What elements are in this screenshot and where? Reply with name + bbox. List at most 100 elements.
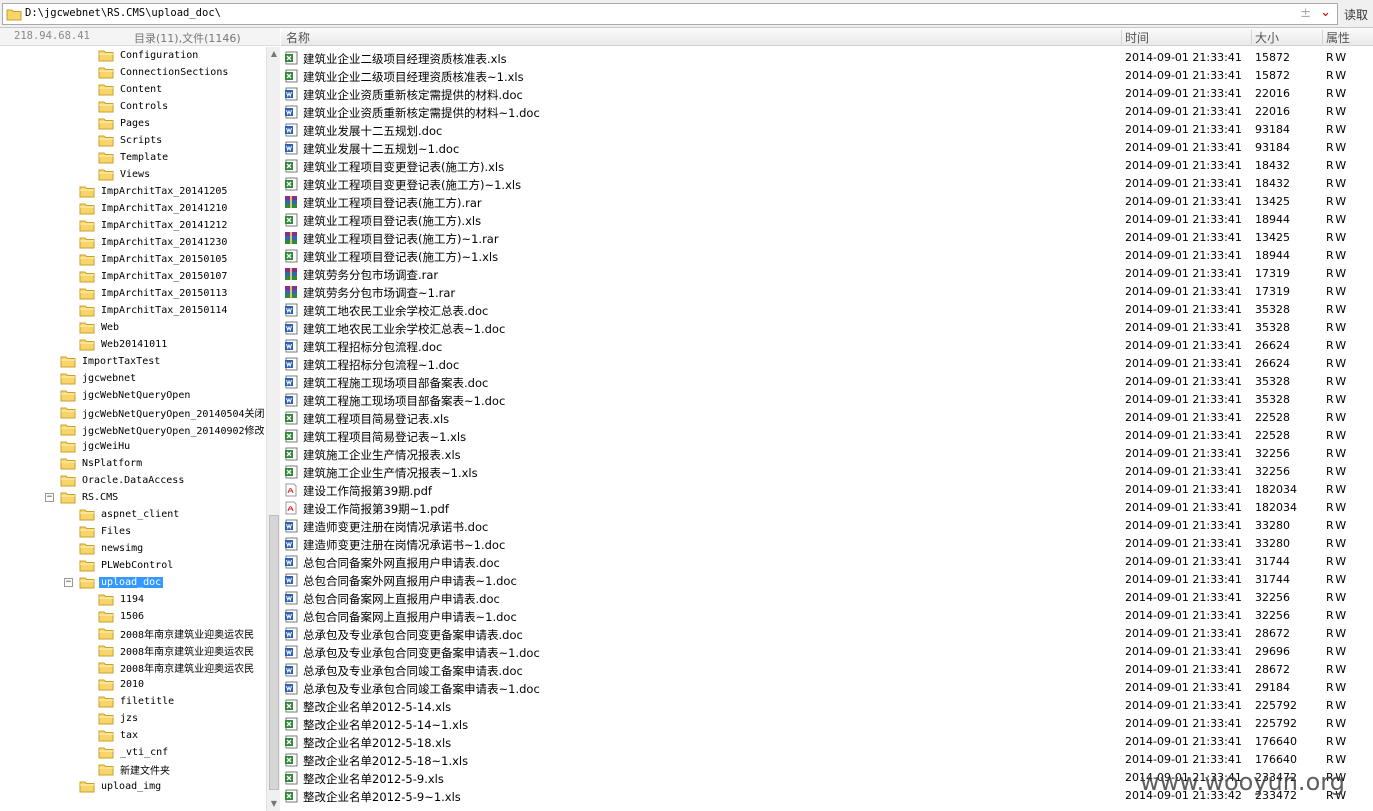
- file-row[interactable]: 建设工作简报第39期~1.pdf 2014-09-01 21:33:41 18203…: [281, 499, 1373, 517]
- tree-item[interactable]: − RS.CMS: [45, 489, 120, 506]
- tree-item[interactable]: jgcWebNetQueryOpen_20140504关闭: [60, 404, 267, 421]
- file-row[interactable]: 总包合同备案网上直报用户申请表.doc 2014-09-01 21:33:41 32…: [281, 589, 1373, 607]
- file-row[interactable]: 建设工作简报第39期.pdf 2014-09-01 21:33:41 182034 R…: [281, 481, 1373, 499]
- file-row[interactable]: 建筑业工程项目变更登记表(施工方).xls 2014-09-01 21:33:41…: [281, 157, 1373, 175]
- tree-item[interactable]: jgcWebNetQueryOpen_20140902修改: [60, 421, 267, 438]
- tree-item[interactable]: aspnet_client: [79, 506, 181, 523]
- tree-item[interactable]: ImpArchitTax_20150105: [79, 251, 229, 268]
- file-row[interactable]: 总承包及专业承包合同变更备案申请表~1.doc 2014-09-01 21:33:…: [281, 643, 1373, 661]
- file-row[interactable]: 总承包及专业承包合同变更备案申请表.doc 2014-09-01 21:33:41…: [281, 625, 1373, 643]
- column-time[interactable]: 时间: [1125, 29, 1149, 46]
- file-row[interactable]: 建筑业企业资质重新核定需提供的材料~1.doc 2014-09-01 21:33:…: [281, 103, 1373, 121]
- tree-item[interactable]: Files: [79, 523, 133, 540]
- file-row[interactable]: 建筑业发展十二五规划~1.doc 2014-09-01 21:33:41 93184…: [281, 139, 1373, 157]
- column-separator[interactable]: [1121, 30, 1122, 44]
- chevron-down-icon[interactable]: ⌄: [1320, 5, 1331, 20]
- scroll-up-icon[interactable]: ▲: [267, 47, 281, 61]
- file-row[interactable]: 建筑业工程项目登记表(施工方).rar 2014-09-01 21:33:41 13…: [281, 193, 1373, 211]
- tree-item[interactable]: upload_img: [79, 778, 163, 795]
- file-row[interactable]: 建筑工程项目简易登记表~1.xls 2014-09-01 21:33:41 2252…: [281, 427, 1373, 445]
- file-row[interactable]: 整改企业名单2012-5-18.xls 2014-09-01 21:33:41 17…: [281, 733, 1373, 751]
- tree-item[interactable]: 新建文件夹: [98, 761, 172, 778]
- file-row[interactable]: 建筑业工程项目登记表(施工方)~1.xls 2014-09-01 21:33:41…: [281, 247, 1373, 265]
- file-row[interactable]: 整改企业名单2012-5-14~1.xls 2014-09-01 21:33:41…: [281, 715, 1373, 733]
- file-row[interactable]: 总包合同备案网上直报用户申请表~1.doc 2014-09-01 21:33:41…: [281, 607, 1373, 625]
- file-row[interactable]: 建筑业企业资质重新核定需提供的材料.doc 2014-09-01 21:33:41…: [281, 85, 1373, 103]
- tree-item[interactable]: NsPlatform: [60, 455, 144, 472]
- tree-item[interactable]: jgcWebNetQueryOpen: [60, 387, 192, 404]
- tree-item[interactable]: Template: [98, 149, 170, 166]
- tree-item[interactable]: 1194: [98, 591, 146, 608]
- tree-item[interactable]: _vti_cnf: [98, 744, 170, 761]
- tree-item[interactable]: Web: [79, 319, 121, 336]
- tree-item[interactable]: ImpArchitTax_20141210: [79, 200, 229, 217]
- file-row[interactable]: 建造师变更注册在岗情况承诺书.doc 2014-09-01 21:33:41 332…: [281, 517, 1373, 535]
- tree-item[interactable]: ImpArchitTax_20141205: [79, 183, 229, 200]
- column-separator[interactable]: [1322, 30, 1323, 44]
- tree-item[interactable]: ImpArchitTax_20150114: [79, 302, 229, 319]
- file-row[interactable]: 整改企业名单2012-5-18~1.xls 2014-09-01 21:33:41…: [281, 751, 1373, 769]
- tree-item[interactable]: PLWebControl: [79, 557, 175, 574]
- tree-item[interactable]: jzs: [98, 710, 140, 727]
- file-row[interactable]: 建筑施工企业生产情况报表.xls 2014-09-01 21:33:41 32256…: [281, 445, 1373, 463]
- file-row[interactable]: 建筑工程施工现场项目部备案表.doc 2014-09-01 21:33:41 353…: [281, 373, 1373, 391]
- tree-item[interactable]: jgcwebnet: [60, 370, 138, 387]
- scroll-down-icon[interactable]: ▼: [267, 797, 281, 811]
- file-row[interactable]: 建筑施工企业生产情况报表~1.xls 2014-09-01 21:33:41 322…: [281, 463, 1373, 481]
- scroll-thumb[interactable]: [269, 515, 279, 790]
- tree-item[interactable]: ImpArchitTax_20150107: [79, 268, 229, 285]
- tree-item[interactable]: ImportTaxTest: [60, 353, 162, 370]
- file-row[interactable]: 建筑业企业二级项目经理资质核准表~1.xls 2014-09-01 21:33:4…: [281, 67, 1373, 85]
- tree-item[interactable]: Controls: [98, 98, 170, 115]
- file-row[interactable]: 建筑工程招标分包流程.doc 2014-09-01 21:33:41 26624 RW: [281, 337, 1373, 355]
- file-row[interactable]: 建筑工程施工现场项目部备案表~1.doc 2014-09-01 21:33:41 3…: [281, 391, 1373, 409]
- tree-item[interactable]: ImpArchitTax_20141230: [79, 234, 229, 251]
- add-icon[interactable]: ±: [1300, 6, 1311, 21]
- tree-item[interactable]: filetitle: [98, 693, 176, 710]
- file-row[interactable]: 建筑业工程项目变更登记表(施工方)~1.xls 2014-09-01 21:33:…: [281, 175, 1373, 193]
- tree-item[interactable]: jgcWeiHu: [60, 438, 132, 455]
- file-row[interactable]: 建筑劳务分包市场调查~1.rar 2014-09-01 21:33:41 17319…: [281, 283, 1373, 301]
- collapse-toggle-icon[interactable]: −: [64, 578, 73, 587]
- file-row[interactable]: 总承包及专业承包合同竣工备案申请表.doc 2014-09-01 21:33:41…: [281, 661, 1373, 679]
- file-row[interactable]: 建筑业发展十二五规划.doc 2014-09-01 21:33:41 93184 RW: [281, 121, 1373, 139]
- read-button[interactable]: 读取: [1344, 6, 1368, 23]
- column-separator[interactable]: [1251, 30, 1252, 44]
- tree-item[interactable]: Content: [98, 81, 164, 98]
- tree-item[interactable]: 2008年南京建筑业迎奥运农民: [98, 642, 256, 659]
- tree-scrollbar[interactable]: ▲ ▼: [266, 47, 280, 811]
- file-row[interactable]: 整改企业名单2012-5-14.xls 2014-09-01 21:33:41 22…: [281, 697, 1373, 715]
- tree-item[interactable]: 2008年南京建筑业迎奥运农民: [98, 659, 256, 676]
- tree-item[interactable]: tax: [98, 727, 140, 744]
- tree-item[interactable]: 1506: [98, 608, 146, 625]
- tree-item[interactable]: 2008年南京建筑业迎奥运农民: [98, 625, 256, 642]
- file-row[interactable]: 建筑工地农民工业余学校汇总表~1.doc 2014-09-01 21:33:41 3…: [281, 319, 1373, 337]
- column-name[interactable]: 名称: [286, 29, 310, 46]
- tree-item[interactable]: − upload_doc: [64, 574, 164, 591]
- tree-item[interactable]: Web20141011: [79, 336, 169, 353]
- path-input[interactable]: D:\jgcwebnet\RS.CMS\upload_doc\ ± ⌄: [2, 3, 1338, 25]
- tree-item[interactable]: Pages: [98, 115, 152, 132]
- tree-item[interactable]: ImpArchitTax_20150113: [79, 285, 229, 302]
- file-row[interactable]: 建筑业工程项目登记表(施工方).xls 2014-09-01 21:33:41 18…: [281, 211, 1373, 229]
- tree-item[interactable]: newsimg: [79, 540, 145, 557]
- tree-item[interactable]: Scripts: [98, 132, 164, 149]
- file-row[interactable]: 总包合同备案外网直报用户申请表.doc 2014-09-01 21:33:41 31…: [281, 553, 1373, 571]
- file-row[interactable]: 总承包及专业承包合同竣工备案申请表~1.doc 2014-09-01 21:33:…: [281, 679, 1373, 697]
- file-row[interactable]: 建筑业企业二级项目经理资质核准表.xls 2014-09-01 21:33:41 1…: [281, 49, 1373, 67]
- file-row[interactable]: 建筑工地农民工业余学校汇总表.doc 2014-09-01 21:33:41 353…: [281, 301, 1373, 319]
- column-size[interactable]: 大小: [1255, 29, 1279, 46]
- file-row[interactable]: 建筑工程招标分包流程~1.doc 2014-09-01 21:33:41 26624…: [281, 355, 1373, 373]
- file-row[interactable]: 建筑劳务分包市场调查.rar 2014-09-01 21:33:41 17319 RW: [281, 265, 1373, 283]
- file-row[interactable]: 建筑工程项目简易登记表.xls 2014-09-01 21:33:41 22528 R…: [281, 409, 1373, 427]
- file-row[interactable]: 建筑业工程项目登记表(施工方)~1.rar 2014-09-01 21:33:41…: [281, 229, 1373, 247]
- file-row[interactable]: 总包合同备案外网直报用户申请表~1.doc 2014-09-01 21:33:41…: [281, 571, 1373, 589]
- tree-item[interactable]: Oracle.DataAccess: [60, 472, 186, 489]
- tree-item[interactable]: 2010: [98, 676, 146, 693]
- collapse-toggle-icon[interactable]: −: [45, 493, 54, 502]
- tree-item[interactable]: Views: [98, 166, 152, 183]
- file-row[interactable]: 建造师变更注册在岗情况承诺书~1.doc 2014-09-01 21:33:41 3…: [281, 535, 1373, 553]
- column-attr[interactable]: 属性: [1326, 29, 1350, 46]
- tree-item[interactable]: Configuration: [98, 47, 200, 64]
- tree-item[interactable]: ConnectionSections: [98, 64, 230, 81]
